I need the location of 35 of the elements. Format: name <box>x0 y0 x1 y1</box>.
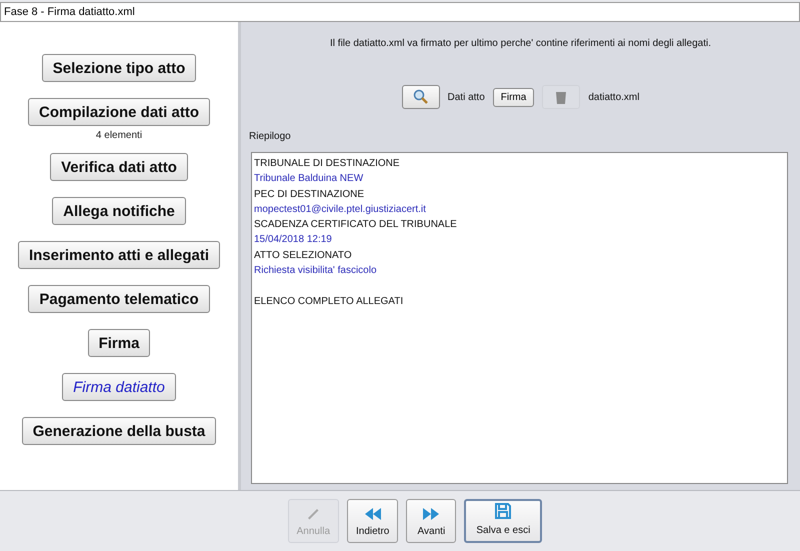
summary-value: 15/04/2018 12:19 <box>254 234 332 246</box>
summary-value: Richiesta visibilita' fascicolo <box>254 265 377 276</box>
summary-heading: PEC DI DESTINAZIONE <box>254 188 364 200</box>
step-button[interactable]: Selezione tipo atto <box>42 54 196 82</box>
forward-button[interactable]: Avanti <box>406 499 456 543</box>
summary-value: mopectest01@civile.ptel.giustiziacert.it <box>254 204 426 215</box>
fast-forward-icon <box>422 508 440 520</box>
step-button[interactable]: Allega notifiche <box>52 197 186 225</box>
pencil-icon <box>306 506 320 520</box>
step-button[interactable]: Compilazione dati atto <box>28 98 210 126</box>
step-button[interactable]: Pagamento telematico <box>28 285 210 313</box>
step-button[interactable]: Verifica dati atto <box>50 153 188 181</box>
summary-value: Tribunale Balduina NEW <box>254 173 364 184</box>
save-button[interactable]: Salva e esci <box>464 499 542 543</box>
window-title: Fase 8 - Firma datiatto.xml <box>0 2 800 22</box>
search-button[interactable] <box>402 85 440 109</box>
summary-label: Riepilogo <box>249 131 292 142</box>
back-button[interactable]: Indietro <box>347 499 398 543</box>
step-button[interactable]: Generazione della busta <box>22 417 216 445</box>
summary-heading: SCADENZA CERTIFICATO DEL TRIBUNALE <box>254 219 457 230</box>
summary-heading: TRIBUNALE DI DESTINAZIONE <box>254 158 400 169</box>
step-button[interactable]: Firma <box>88 329 150 357</box>
step-button[interactable]: Firma datiatto <box>62 373 176 401</box>
sign-button[interactable]: Firma <box>492 88 534 106</box>
file-label: Dati atto <box>448 92 485 102</box>
step-button[interactable]: Inserimento atti e allegati <box>18 241 220 269</box>
search-icon <box>412 89 429 105</box>
trash-icon <box>555 90 568 104</box>
step-note: 4 elementi <box>96 130 142 141</box>
rewind-icon <box>364 508 382 520</box>
summary-heading: ATTO SELEZIONATO <box>254 250 352 261</box>
info-text: Il file datiatto.xml va firmato per ultimo perche' contine riferimenti ai nomi degli allegati. <box>329 38 712 49</box>
summary-heading: ELENCO COMPLETO ALLEGATI <box>254 296 404 307</box>
file-name: datiatto.xml <box>588 92 640 102</box>
save-icon <box>495 503 512 519</box>
